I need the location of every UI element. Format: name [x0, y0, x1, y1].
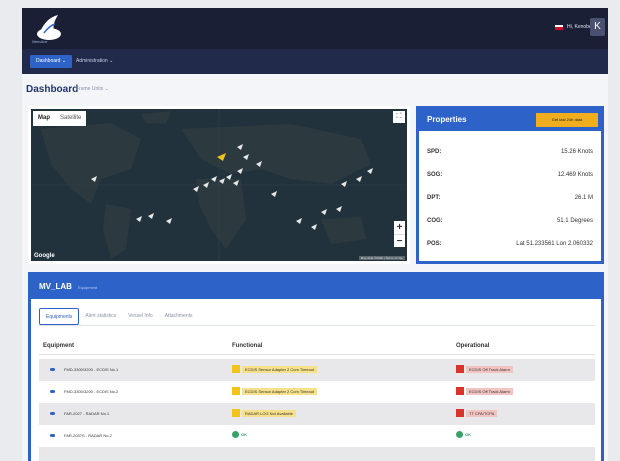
vessel-tabs: Equipments Alert statistics Vessel Info …	[39, 308, 199, 325]
page-title: Dashboard	[26, 84, 79, 95]
equipment-name: FMD-3300/3200 - ECDIS No.2	[64, 389, 119, 394]
prop-row-pos: POS: Lat 51.233561 Lon 2.060332	[427, 241, 593, 251]
avatar[interactable]: K	[590, 18, 605, 36]
get-24h-data-button[interactable]: Get last 24h data	[536, 113, 598, 127]
world-map[interactable]	[31, 109, 407, 261]
prop-value: Lat 51.233561 Lon 2.060332	[516, 241, 593, 247]
nav-administration[interactable]: Administration ⌄	[70, 55, 119, 68]
prop-key: SPD:	[427, 149, 442, 155]
properties-panel: Properties Get last 24h data SPD: 15.26 …	[416, 106, 604, 264]
flag-icon[interactable]	[555, 25, 563, 30]
expand-icon[interactable]	[50, 412, 55, 415]
functional-status: RADAR LOG Not Available	[232, 409, 296, 417]
col-equipment[interactable]: Equipment	[43, 343, 74, 349]
status-ok-icon	[232, 431, 239, 438]
map-attribution[interactable]: Map data ©2020 | Terms of Use	[358, 256, 405, 260]
nav-bar: Dashboard ⌄ Administration ⌄	[22, 49, 608, 74]
vessel-name: MV_LAB	[39, 282, 72, 291]
prop-value: 12.469 Knots	[557, 172, 593, 178]
operational-status: TT CPA/TCPA	[456, 409, 498, 417]
operational-status: ECDIS Off Track Alarm	[456, 387, 513, 395]
prop-row-spd: SPD: 15.26 Knots	[427, 149, 593, 159]
status-error-icon	[456, 387, 464, 395]
top-bar: NemAce Hi, Kenobe K	[22, 8, 608, 49]
fullscreen-icon[interactable]: ⛶	[393, 111, 405, 123]
expand-icon[interactable]	[50, 434, 55, 437]
col-operational[interactable]: Operational	[456, 343, 489, 349]
vessel-header: MV_LAB Equipment	[31, 275, 601, 299]
functional-status: OK	[232, 431, 247, 438]
status-warning-icon	[232, 365, 240, 373]
status-warning-icon	[232, 409, 240, 417]
equipment-name: FMD-3300/3200 - ECDIS No.1	[64, 367, 119, 372]
table-row[interactable]: FMD-3300/3200 - ECDIS No.2 ECDIS Sensor …	[39, 381, 595, 403]
map-type-toggle[interactable]: Map Satellite	[33, 111, 87, 126]
functional-status: ECDIS Sensor Adapter 2 Com Timeout	[232, 387, 318, 395]
table-header: Equipment Functional Operational	[39, 341, 595, 355]
table-row[interactable]: FAR-2027 - RADAR No.1 RADAR LOG Not Avai…	[39, 403, 595, 425]
prop-row-sog: SOG: 12.469 Knots	[427, 172, 593, 182]
tab-attachments[interactable]: Attachments	[159, 308, 199, 325]
map-view[interactable]: Map Satellite ⛶ + − Google Map data ©202…	[28, 106, 410, 264]
equipment-name: FAR-2037S - RADAR No.2	[64, 433, 112, 438]
prop-row-dpt: DPT: 26.1 M	[427, 195, 593, 205]
status-error-icon	[456, 365, 464, 373]
expand-icon[interactable]	[50, 390, 55, 393]
col-functional[interactable]: Functional	[232, 343, 262, 349]
prop-key: POS:	[427, 241, 442, 247]
tabs-divider	[39, 325, 595, 326]
properties-header: Properties Get last 24h data	[419, 109, 601, 131]
properties-title: Properties	[427, 115, 467, 124]
prop-key: DPT:	[427, 195, 441, 201]
zoom-in-button[interactable]: +	[394, 221, 405, 234]
tab-alert-statistics[interactable]: Alert statistics	[79, 308, 122, 325]
user-greeting[interactable]: Hi, Kenobe	[567, 24, 592, 30]
vessel-panel: MV_LAB Equipment Equipments Alert statis…	[28, 272, 604, 461]
status-warning-icon	[232, 387, 240, 395]
table-row[interactable]: FAR-2037S - RADAR No.2 OK OK	[39, 425, 595, 447]
prop-key: COG:	[427, 218, 443, 224]
prop-value: 51.1 Degrees	[556, 218, 593, 224]
prop-row-cog: COG: 51.1 Degrees	[427, 218, 593, 228]
functional-status: ECDIS Sensor Adapter 2 Com Timeout	[232, 365, 318, 373]
operational-status: ECDIS Off Track Alarm	[456, 365, 513, 373]
tab-vessel-info[interactable]: Vessel Info	[122, 308, 158, 325]
prop-value: 15.26 Knots	[560, 149, 593, 155]
zoom-out-button[interactable]: −	[394, 234, 405, 247]
prop-value: 26.1 M	[574, 195, 593, 201]
map-mode-satellite[interactable]: Satellite	[55, 111, 86, 126]
equipment-name: FAR-2027 - RADAR No.1	[64, 411, 110, 416]
logo-text: NemAce	[32, 39, 48, 44]
vessel-subtitle: Equipment	[78, 285, 98, 290]
google-logo: Google	[34, 253, 55, 259]
expand-icon[interactable]	[50, 368, 55, 371]
tab-equipments[interactable]: Equipments	[39, 308, 80, 325]
main-content: Dashboard Frame Units ⌄ Map Satellite ⛶ …	[22, 74, 608, 461]
status-ok-icon	[456, 431, 463, 438]
map-mode-map[interactable]: Map	[33, 111, 55, 126]
operational-status: OK	[456, 431, 471, 438]
prop-key: SOG:	[427, 172, 443, 178]
nav-dashboard[interactable]: Dashboard ⌄	[30, 55, 73, 68]
zoom-control[interactable]: + −	[394, 221, 405, 247]
table-row[interactable]	[39, 447, 595, 461]
units-dropdown[interactable]: Frame Units ⌄	[76, 86, 109, 92]
status-error-icon	[456, 409, 464, 417]
table-row[interactable]: FMD-3300/3200 - ECDIS No.1 ECDIS Sensor …	[39, 359, 595, 381]
